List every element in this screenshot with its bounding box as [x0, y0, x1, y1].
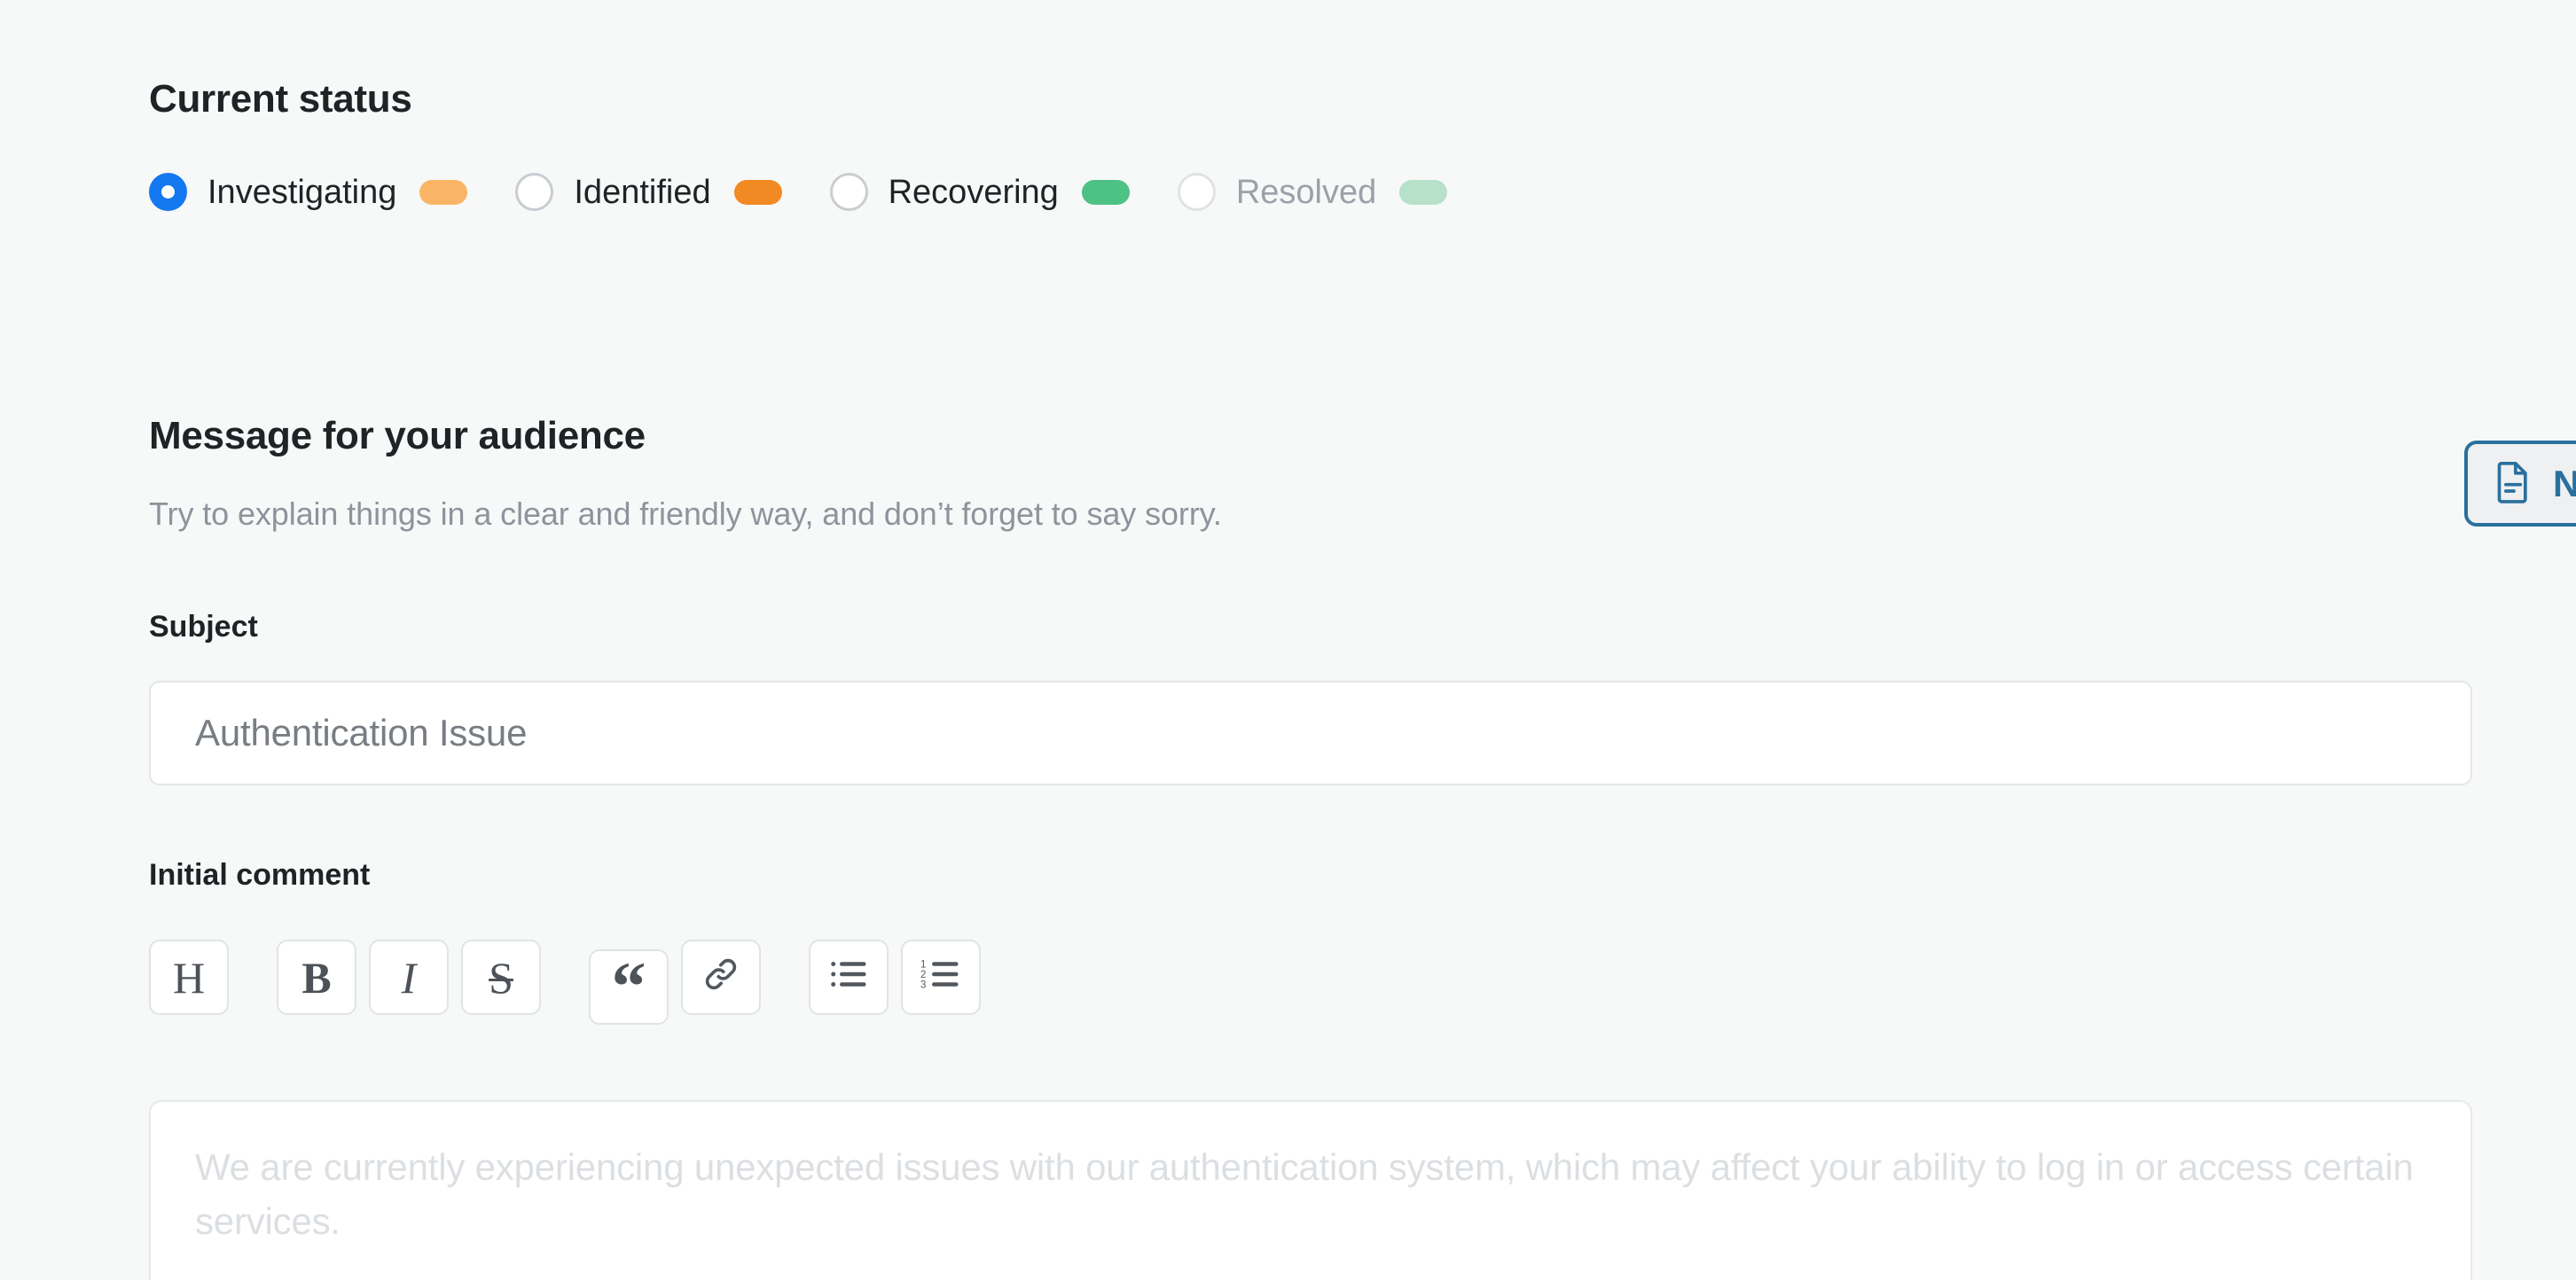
toolbar-group-block: “ [589, 930, 761, 1025]
initial-comment-group: Initial comment H B I S “ [149, 860, 2472, 1025]
toolbar-group-heading: H [149, 940, 229, 1015]
bold-button[interactable]: B [277, 940, 356, 1015]
message-section-subtitle: Try to explain things in a clear and fri… [149, 495, 2366, 533]
notes-button-label: No [2553, 465, 2576, 503]
link-icon [701, 955, 740, 1000]
toolbar-group-inline: B I S [277, 940, 541, 1015]
notes-button[interactable]: No [2464, 441, 2576, 527]
subject-field-group: Subject [149, 612, 2384, 785]
subject-input[interactable] [149, 681, 2472, 785]
incident-status-form-page: Current status Investigating Identified … [0, 0, 2576, 1280]
initial-comment-editor[interactable]: We are currently experiencing unexpected… [149, 1100, 2472, 1280]
italic-button[interactable]: I [369, 940, 449, 1015]
message-section: Message for your audience Try to explain… [149, 415, 2366, 534]
current-status-heading: Current status [149, 78, 2366, 121]
svg-text:2: 2 [920, 970, 926, 980]
status-swatch-resolved [1399, 180, 1447, 205]
radio-investigating[interactable] [149, 173, 187, 211]
initial-comment-label: Initial comment [149, 860, 2472, 890]
status-radio-group: Investigating Identified Recovering Reso… [149, 173, 2366, 211]
heading-button[interactable]: H [149, 940, 229, 1015]
status-label-identified: Identified [574, 176, 710, 209]
radio-identified[interactable] [515, 173, 553, 211]
status-label-recovering: Recovering [889, 176, 1059, 209]
svg-text:1: 1 [920, 959, 926, 970]
status-option-identified[interactable]: Identified [515, 173, 781, 211]
status-option-recovering[interactable]: Recovering [830, 173, 1130, 211]
status-swatch-investigating [419, 180, 467, 205]
subject-label: Subject [149, 612, 2384, 642]
status-label-resolved: Resolved [1236, 176, 1376, 209]
svg-text:3: 3 [920, 980, 926, 990]
rich-text-toolbar: H B I S “ [149, 930, 2472, 1025]
strikethrough-button[interactable]: S [461, 940, 541, 1015]
numbered-list-button[interactable]: 1 2 3 [901, 940, 981, 1015]
status-swatch-recovering [1082, 180, 1130, 205]
radio-recovering[interactable] [830, 173, 868, 211]
status-option-investigating[interactable]: Investigating [149, 173, 467, 211]
status-option-resolved[interactable]: Resolved [1178, 173, 1447, 211]
blockquote-button[interactable]: “ [589, 949, 669, 1025]
document-icon [2494, 459, 2533, 508]
toolbar-group-lists: 1 2 3 [809, 940, 981, 1015]
bulleted-list-icon [828, 956, 869, 998]
radio-resolved[interactable] [1178, 173, 1216, 211]
status-label-investigating: Investigating [207, 176, 396, 209]
status-swatch-identified [734, 180, 782, 205]
numbered-list-icon: 1 2 3 [920, 956, 961, 998]
bulleted-list-button[interactable] [809, 940, 889, 1015]
initial-comment-placeholder: We are currently experiencing unexpected… [195, 1141, 2426, 1249]
current-status-section: Current status Investigating Identified … [149, 78, 2366, 211]
link-button[interactable] [681, 940, 761, 1015]
message-section-heading: Message for your audience [149, 415, 2366, 457]
